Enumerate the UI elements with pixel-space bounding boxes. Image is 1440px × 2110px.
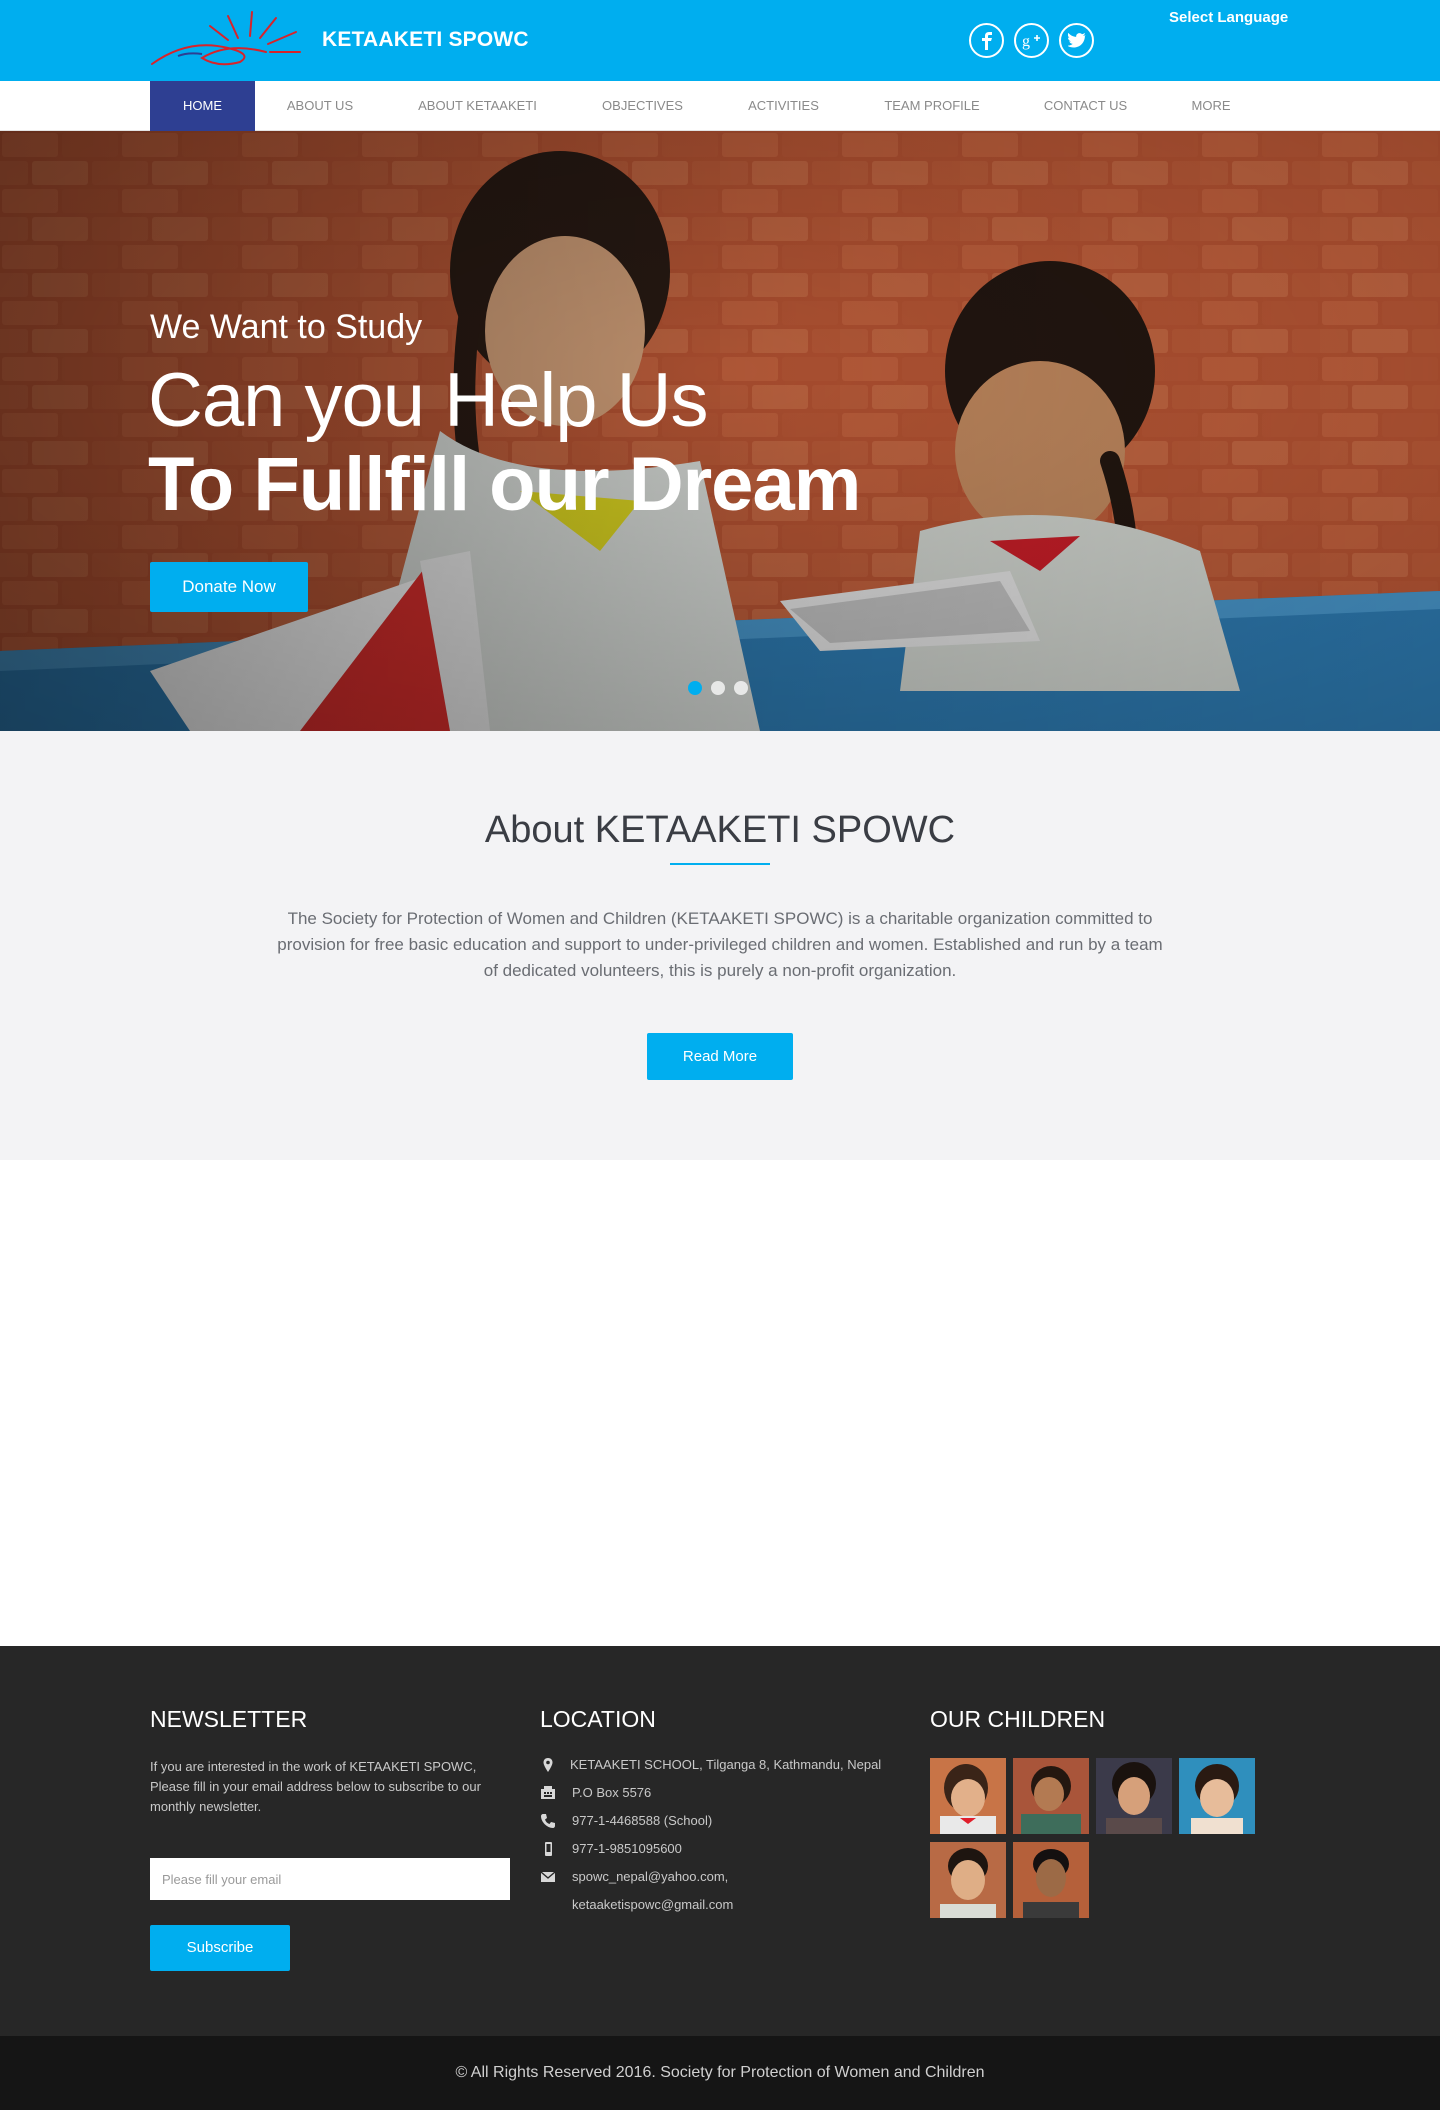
fax-icon bbox=[541, 1786, 555, 1799]
phone-icon bbox=[541, 1814, 555, 1828]
nav-about-ketaaketi[interactable]: ABOUT KETAAKETI bbox=[385, 81, 570, 131]
email-text-2[interactable]: ketaaketispowc@gmail.com bbox=[572, 1895, 733, 1915]
children-title: OUR CHILDREN bbox=[930, 1706, 1106, 1732]
map-marker-icon bbox=[543, 1758, 553, 1772]
newsletter-title: NEWSLETTER bbox=[150, 1706, 308, 1732]
hero-slider: We Want to Study Can you Help Us To Full… bbox=[0, 131, 1440, 731]
location-title: LOCATION bbox=[540, 1706, 656, 1732]
nav-more[interactable]: MORE bbox=[1159, 81, 1263, 131]
nav-about-us[interactable]: ABOUT US bbox=[255, 81, 385, 131]
title-underline bbox=[670, 863, 770, 865]
child-photo-1[interactable] bbox=[930, 1758, 1006, 1834]
mobile-icon bbox=[545, 1842, 552, 1856]
child-photo-3[interactable] bbox=[1096, 1758, 1172, 1834]
mobile-text[interactable]: 977-1-9851095600 bbox=[572, 1839, 682, 1859]
select-language[interactable]: Select Language bbox=[1169, 9, 1288, 26]
nav-home[interactable]: HOME bbox=[150, 81, 255, 131]
subscribe-button[interactable]: Subscribe bbox=[150, 1925, 290, 1971]
read-more-button[interactable]: Read More bbox=[647, 1033, 793, 1080]
top-header: KETAAKETI SPOWC g Select Language bbox=[0, 0, 1440, 81]
slider-dot-1[interactable] bbox=[688, 681, 702, 695]
about-text: The Society for Protection of Women and … bbox=[277, 909, 1163, 980]
nav-activities[interactable]: ACTIVITIES bbox=[715, 81, 852, 131]
nav-team-profile[interactable]: TEAM PROFILE bbox=[852, 81, 1012, 131]
phone-text[interactable]: 977-1-4468588 (School) bbox=[572, 1811, 712, 1831]
twitter-icon[interactable] bbox=[1059, 23, 1094, 58]
newsletter-text: If you are interested in the work of KET… bbox=[150, 1759, 481, 1814]
nav-contact-us[interactable]: CONTACT US bbox=[1012, 81, 1159, 131]
child-photo-4[interactable] bbox=[1179, 1758, 1255, 1834]
about-section: About KETAAKETI SPOWC The Society for Pr… bbox=[0, 731, 1440, 1160]
copyright: © All Rights Reserved 2016. Society for … bbox=[0, 2036, 1440, 2110]
brand-name[interactable]: KETAAKETI SPOWC bbox=[322, 28, 529, 52]
about-title: About KETAAKETI SPOWC bbox=[484, 809, 956, 851]
slider-dot-3[interactable] bbox=[734, 681, 748, 695]
footer: NEWSLETTER If you are interested in the … bbox=[0, 1646, 1440, 2036]
child-photo-5[interactable] bbox=[930, 1842, 1006, 1918]
hero-heading: Can you Help Us bbox=[148, 358, 708, 443]
facebook-icon[interactable] bbox=[969, 23, 1004, 58]
main-nav: HOME ABOUT US ABOUT KETAAKETI OBJECTIVES… bbox=[0, 81, 1440, 131]
po-box-text: P.O Box 5576 bbox=[572, 1785, 652, 1800]
google-plus-icon[interactable]: g bbox=[1014, 23, 1049, 58]
hero-heading-bold: To Fullfill our Dream bbox=[148, 442, 861, 527]
logo[interactable] bbox=[148, 8, 304, 70]
nav-objectives[interactable]: OBJECTIVES bbox=[570, 81, 715, 131]
address-text: KETAAKETI SCHOOL, Tilganga 8, Kathmandu,… bbox=[570, 1757, 882, 1772]
envelope-icon bbox=[540, 1871, 556, 1882]
email-input[interactable] bbox=[150, 1858, 510, 1900]
hero-subtitle: We Want to Study bbox=[150, 308, 423, 346]
svg-text:g: g bbox=[1022, 33, 1030, 50]
donate-button[interactable]: Donate Now bbox=[150, 562, 308, 612]
email-text-1[interactable]: spowc_nepal@yahoo.com, bbox=[572, 1867, 728, 1887]
slider-dot-2[interactable] bbox=[711, 681, 725, 695]
child-photo-2[interactable] bbox=[1013, 1758, 1089, 1834]
child-photo-6[interactable] bbox=[1013, 1842, 1089, 1918]
